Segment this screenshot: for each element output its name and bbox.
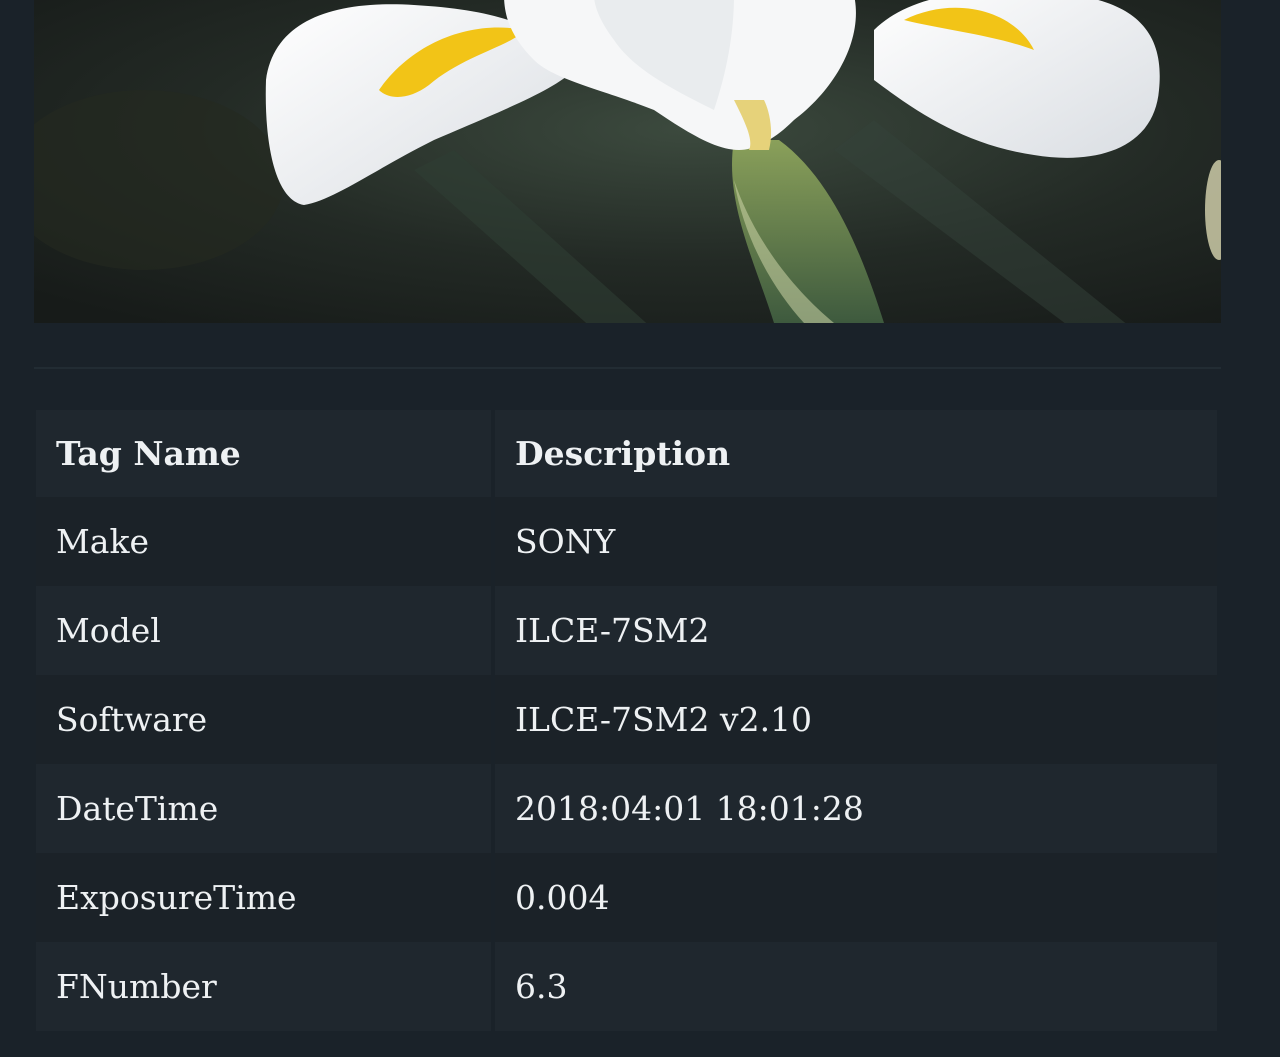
table-row: Software ILCE-7SM2 v2.10 bbox=[36, 675, 1217, 764]
exif-table: Tag Name Description Make SONY Model ILC… bbox=[36, 410, 1217, 1031]
description-cell: 6.3 bbox=[515, 967, 568, 1006]
table-row: DateTime 2018:04:01 18:01:28 bbox=[36, 764, 1217, 853]
description-cell: 0.004 bbox=[515, 878, 610, 917]
table-row: Make SONY bbox=[36, 497, 1217, 586]
column-header-tag-name: Tag Name bbox=[36, 410, 495, 497]
tag-name-cell: Model bbox=[36, 586, 495, 675]
description-cell: SONY bbox=[515, 522, 616, 561]
iris-image bbox=[34, 0, 1221, 323]
table-row: Model ILCE-7SM2 bbox=[36, 586, 1217, 675]
flower-photo bbox=[34, 0, 1221, 323]
table-header-row: Tag Name Description bbox=[36, 410, 1217, 497]
tag-name-cell: FNumber bbox=[36, 942, 495, 1031]
description-cell: 2018:04:01 18:01:28 bbox=[515, 789, 864, 828]
description-cell: ILCE-7SM2 v2.10 bbox=[515, 700, 813, 739]
description-cell: ILCE-7SM2 bbox=[515, 611, 710, 650]
tag-name-cell: Make bbox=[36, 497, 495, 586]
tag-name-cell: ExposureTime bbox=[36, 853, 495, 942]
section-divider bbox=[34, 367, 1221, 369]
table-row: FNumber 6.3 bbox=[36, 942, 1217, 1031]
table-row: ExposureTime 0.004 bbox=[36, 853, 1217, 942]
tag-name-cell: Software bbox=[36, 675, 495, 764]
page: Tag Name Description Make SONY Model ILC… bbox=[0, 0, 1280, 1057]
tag-name-cell: DateTime bbox=[36, 764, 495, 853]
column-header-description: Description bbox=[515, 434, 731, 473]
